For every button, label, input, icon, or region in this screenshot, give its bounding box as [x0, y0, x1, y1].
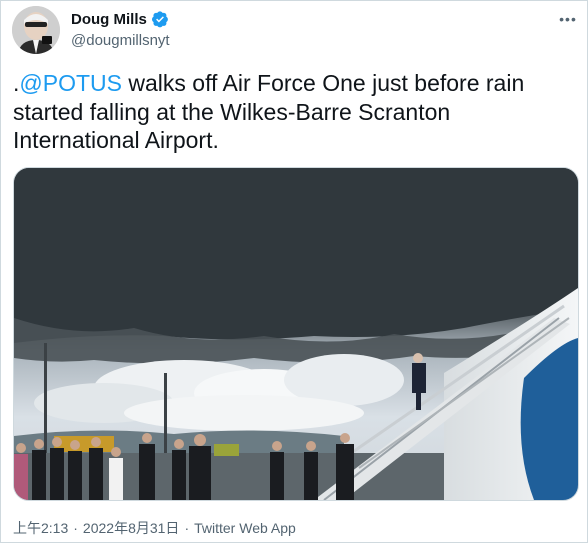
tweet-time[interactable]: 上午2:13 [13, 518, 68, 538]
more-options-button[interactable]: ••• [557, 9, 579, 29]
tweet-date[interactable]: 2022年8月31日 [83, 518, 180, 538]
author-name-row: Doug Mills [71, 10, 169, 28]
photo-image [14, 168, 578, 500]
avatar[interactable] [12, 6, 60, 54]
tweet-photo[interactable] [13, 167, 579, 501]
avatar-photo [12, 6, 60, 54]
verified-badge-icon [151, 10, 169, 28]
meta-separator: · [184, 520, 190, 536]
ellipsis-icon: ••• [559, 11, 577, 27]
tweet-text: .@POTUS walks off Air Force One just bef… [13, 69, 573, 155]
tweet-source[interactable]: Twitter Web App [194, 520, 296, 536]
meta-separator: · [73, 520, 78, 536]
mention-link[interactable]: @POTUS [19, 70, 122, 96]
tweet-metadata: 上午2:13 · 2022年8月31日 · Twitter Web App [13, 518, 296, 538]
author-display-name[interactable]: Doug Mills [71, 11, 147, 28]
tweet-card: Doug Mills @dougmillsnyt ••• .@POTUS wal… [0, 0, 588, 543]
author-handle[interactable]: @dougmillsnyt [71, 32, 170, 49]
